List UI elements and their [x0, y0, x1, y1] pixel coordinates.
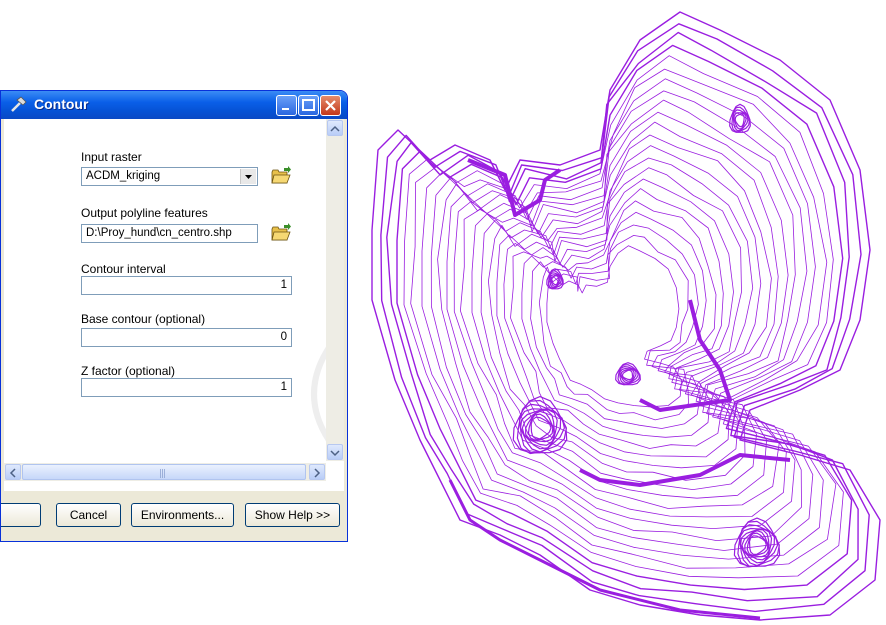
chevron-down-icon[interactable]	[240, 169, 256, 184]
close-button[interactable]	[320, 95, 341, 116]
contour-interval-label: Contour interval	[81, 262, 166, 276]
environments-button[interactable]: Environments...	[131, 503, 234, 527]
input-raster-select[interactable]: ACDM_kriging	[81, 167, 258, 186]
chevron-left-icon	[9, 468, 16, 478]
ok-button[interactable]	[1, 503, 41, 527]
contour-line	[371, 11, 881, 621]
horizontal-scrollbar[interactable]: |||	[4, 463, 326, 481]
contour-line	[380, 23, 870, 613]
input-raster-label: Input raster	[81, 150, 142, 164]
scroll-thumb[interactable]: |||	[22, 464, 306, 480]
contour-line	[496, 178, 739, 469]
base-contour-label: Base contour (optional)	[81, 312, 206, 326]
maximize-icon	[302, 99, 315, 111]
contour-dialog: Contour Input raster ACDM_kriging Output…	[0, 90, 348, 542]
open-folder-icon[interactable]	[270, 165, 292, 187]
scroll-left-button[interactable]	[5, 464, 21, 480]
maximize-button[interactable]	[298, 95, 319, 116]
scroll-right-button[interactable]	[309, 464, 325, 480]
vertical-scrollbar[interactable]	[326, 119, 344, 461]
chevron-right-icon	[314, 468, 321, 478]
show-help-button[interactable]: Show Help >>	[245, 503, 340, 527]
minimize-icon	[282, 108, 289, 110]
minimize-button[interactable]	[276, 95, 297, 116]
z-factor-input[interactable]: 1	[81, 378, 292, 397]
grip-icon: |||	[159, 469, 166, 479]
close-icon	[325, 100, 336, 111]
chevron-up-icon	[330, 125, 340, 132]
input-raster-value: ACDM_kriging	[86, 170, 161, 182]
contour-line	[437, 99, 802, 541]
scroll-up-button[interactable]	[327, 120, 343, 136]
scroll-down-button[interactable]	[327, 444, 343, 460]
open-folder-icon[interactable]	[270, 222, 292, 244]
chevron-down-icon	[330, 450, 340, 457]
contour-interval-input[interactable]: 1	[81, 276, 292, 295]
contour-line	[538, 235, 689, 421]
parameters-form: Input raster ACDM_kriging Output polylin…	[4, 119, 326, 461]
title-bar[interactable]: Contour	[1, 91, 347, 119]
hammer-icon	[11, 96, 27, 112]
contour-ring	[621, 369, 634, 381]
dialog-title: Contour	[34, 96, 89, 112]
dialog-client-area: Input raster ACDM_kriging Output polylin…	[4, 119, 344, 491]
cancel-button[interactable]: Cancel	[56, 503, 121, 527]
contour-lines-map	[371, 11, 881, 621]
z-factor-label: Z factor (optional)	[81, 364, 176, 378]
output-features-input[interactable]: D:\Proy_hund\cn_centro.shp	[81, 224, 258, 243]
base-contour-input[interactable]: 0	[81, 328, 292, 347]
output-features-label: Output polyline features	[81, 206, 208, 220]
